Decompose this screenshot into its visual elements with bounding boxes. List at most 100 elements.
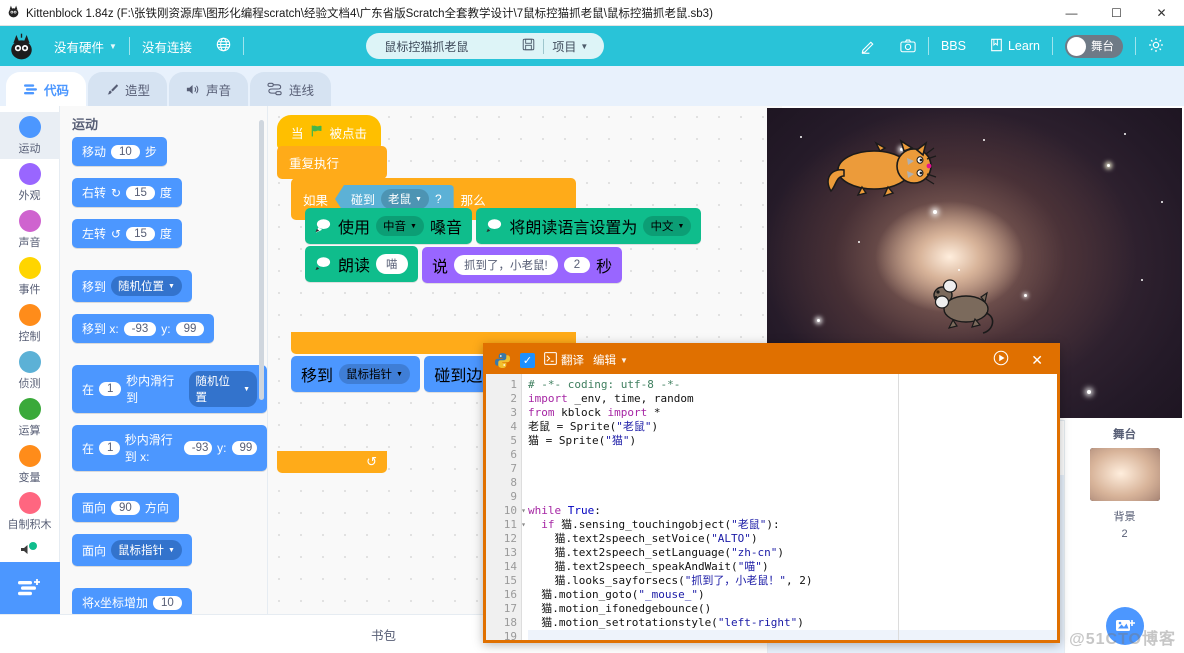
block-input-x[interactable]: -93 <box>123 321 157 336</box>
palette-block-point-towards[interactable]: 面向 鼠标指针 ▼ <box>72 534 192 566</box>
category-sound[interactable]: 声音 <box>0 206 60 253</box>
sprite-mouse[interactable] <box>929 275 1001 337</box>
chevron-down-icon: ▼ <box>109 41 117 51</box>
block-tts-set-voice[interactable]: 使用 中音 ▼ 嗓音 <box>305 208 472 244</box>
tab-wiring[interactable]: 连线 <box>250 72 332 106</box>
voice-dropdown[interactable]: 中音 ▼ <box>376 216 424 236</box>
python-enable-checkbox[interactable]: ✓ <box>520 352 535 368</box>
palette-block-turn-left[interactable]: 左转 ↺ 15 度 <box>72 219 182 248</box>
python-translate-button[interactable]: 翻译 <box>544 352 584 368</box>
block-label: ? <box>434 192 442 206</box>
category-looks[interactable]: 外观 <box>0 159 60 206</box>
hat-block[interactable]: 当 被点击 <box>277 115 382 149</box>
menu-connection[interactable]: 没有连接 <box>130 26 204 66</box>
python-code-body[interactable]: 1 2 3 4 5 6 7 8 9 10 ▾ 11 ▾ 12 13 14 15 16… <box>486 374 1057 643</box>
palette-block-row: 将x坐标增加 10 <box>60 588 267 614</box>
palette-block-point-direction[interactable]: 面向 90 方向 <box>72 493 179 522</box>
category-sensing[interactable]: 侦测 <box>0 347 60 394</box>
forever-header[interactable]: 重复执行 <box>277 146 387 179</box>
palette-block-row: 面向 90 方向 <box>60 493 267 534</box>
block-say-for-secs[interactable]: 说 抓到了，小老鼠! 2 秒 <box>421 247 623 283</box>
sprite-cat[interactable] <box>822 138 942 200</box>
block-label: 朗读 <box>338 258 371 275</box>
language-dropdown[interactable]: 中文 ▼ <box>643 216 692 236</box>
add-extension-button[interactable] <box>0 562 60 614</box>
block-input[interactable]: 90 <box>111 500 140 515</box>
category-motion[interactable]: 运动 <box>0 112 60 159</box>
block-input[interactable]: 15 <box>126 185 155 200</box>
python-close-button[interactable]: ✕ <box>1031 352 1043 369</box>
stage-mode-toggle[interactable]: 舞台 <box>1053 26 1135 66</box>
block-dropdown[interactable]: 随机位置 ▼ <box>111 276 182 296</box>
project-name-pill[interactable]: 鼠标控猫抓老鼠 项目 ▼ <box>366 33 605 59</box>
category-dot <box>18 257 41 279</box>
block-forever[interactable]: 重复执行 <box>277 146 387 179</box>
palette-block-move-steps[interactable]: 移动 10 步 <box>72 137 167 166</box>
goto-dropdown[interactable]: 鼠标指针 ▼ <box>339 364 410 384</box>
menu-learn[interactable]: Learn <box>978 26 1052 66</box>
add-backdrop-button[interactable] <box>1106 607 1144 645</box>
touching-dropdown[interactable]: 老鼠 ▼ <box>381 189 429 209</box>
category-operators[interactable]: 运算 <box>0 394 60 441</box>
block-input-secs[interactable]: 1 <box>99 382 122 396</box>
menu-language[interactable] <box>204 26 243 66</box>
category-dot <box>18 398 41 420</box>
speak-text-input[interactable]: 喵 <box>376 254 408 274</box>
palette-block-row: 移到 x: -93 y: 99 <box>60 314 267 355</box>
maximize-button[interactable]: ☐ <box>1094 0 1139 26</box>
block-palette[interactable]: 运动 移动 10 步 右转 ↻ 15 度 左转 ↺ 15 度 移到 随机位置 ▼… <box>60 106 268 614</box>
palette-block-change-x[interactable]: 将x坐标增加 10 <box>72 588 192 614</box>
project-name-input[interactable]: 鼠标控猫抓老鼠 <box>384 38 514 55</box>
say-secs-input[interactable]: 2 <box>563 257 591 273</box>
project-menu[interactable]: 项目 ▼ <box>552 38 598 55</box>
block-input-secs[interactable]: 1 <box>99 441 120 455</box>
menu-learn-label: Learn <box>1007 39 1040 53</box>
category-label: 事件 <box>18 284 41 296</box>
python-run-button[interactable] <box>993 350 1009 371</box>
palette-block-turn-right[interactable]: 右转 ↻ 15 度 <box>72 178 182 207</box>
block-tts-set-language[interactable]: 将朗读语言设置为 中文 ▼ <box>476 208 702 244</box>
close-button[interactable]: ✕ <box>1139 0 1184 26</box>
edit-pen-button[interactable] <box>849 26 888 66</box>
code-text-area[interactable]: # -*- coding: utf-8 -*- import _env, time… <box>522 374 1057 640</box>
tab-code[interactable]: 代码 <box>6 72 87 106</box>
palette-block-goto-xy[interactable]: 移到 x: -93 y: 99 <box>72 314 215 343</box>
category-variables[interactable]: 变量 <box>0 441 60 488</box>
block-tts-speak[interactable]: 朗读 喵 <box>305 246 418 282</box>
block-input[interactable]: 10 <box>111 144 140 159</box>
save-icon[interactable] <box>522 38 535 54</box>
stage-toggle-switch[interactable]: 舞台 <box>1064 34 1123 58</box>
palette-block-glide-random[interactable]: 在 1 秒内滑行到 随机位置 ▼ <box>72 365 267 413</box>
stage-toggle-label: 舞台 <box>1090 41 1114 53</box>
minimize-button[interactable]: — <box>1049 0 1094 26</box>
block-label: 度 <box>159 227 172 241</box>
category-dot <box>18 116 41 138</box>
tab-sounds[interactable]: 声音 <box>169 72 249 106</box>
block-dropdown[interactable]: 鼠标指针 ▼ <box>111 540 182 560</box>
menu-bbs[interactable]: BBS <box>929 26 978 66</box>
tab-costumes[interactable]: 造型 <box>88 72 168 106</box>
screenshot-button[interactable] <box>888 26 928 66</box>
menu-hardware[interactable]: 没有硬件 ▼ <box>42 26 129 66</box>
python-edit-menu[interactable]: 编辑 ▼ <box>593 352 628 368</box>
settings-gear-button[interactable] <box>1136 26 1176 66</box>
palette-scrollbar[interactable] <box>259 120 264 400</box>
palette-block-glide-xy[interactable]: 在 1 秒内滑行到 x: -93 y: 99 <box>72 425 267 471</box>
say-text-input[interactable]: 抓到了，小老鼠! <box>453 255 558 275</box>
code-line: 猫.motion_setrotationstyle("left-right") <box>528 616 804 629</box>
block-when-flag-clicked[interactable]: 当 被点击 <box>277 115 382 149</box>
block-label: 面向 <box>82 543 107 558</box>
palette-block-goto-random[interactable]: 移到 随机位置 ▼ <box>72 270 192 302</box>
category-control[interactable]: 控制 <box>0 300 60 347</box>
category-events[interactable]: 事件 <box>0 253 60 300</box>
block-input[interactable]: 15 <box>126 226 155 241</box>
stage-thumbnail[interactable] <box>1089 448 1160 501</box>
block-dropdown[interactable]: 随机位置 ▼ <box>188 371 257 407</box>
block-input-y[interactable]: 99 <box>231 441 258 455</box>
category-my-blocks[interactable]: 自制积木 <box>0 488 60 535</box>
block-input-y[interactable]: 99 <box>175 321 205 336</box>
block-goto-mouse[interactable]: 移到 鼠标指针 ▼ <box>291 356 420 392</box>
block-input[interactable]: 10 <box>153 595 182 610</box>
block-input-x[interactable]: -93 <box>183 441 213 455</box>
python-editor-window[interactable]: ✓ 翻译 编辑 ▼ ✕ 1 2 3 4 5 6 7 8 9 10 ▾ 11 ▾ … <box>483 343 1060 643</box>
